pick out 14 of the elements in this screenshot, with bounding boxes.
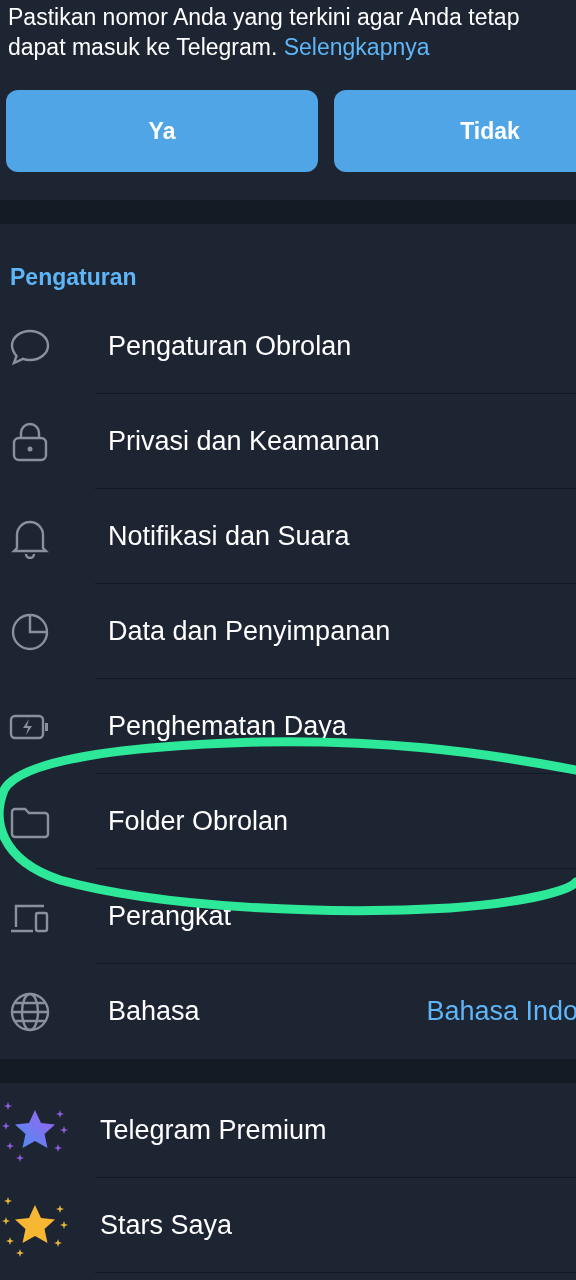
setting-label[interactable]: Telegram Premium [100,1115,576,1146]
setting-label[interactable]: Notifikasi dan Suara [108,521,576,552]
setting-label[interactable]: Perangkat [108,901,576,932]
setting-label[interactable]: Pengaturan Obrolan [108,331,576,362]
learn-more-link[interactable]: Selengkapnya [283,34,430,60]
setting-label[interactable]: Privasi dan Keamanan [108,426,576,457]
section-title: Pengaturan [9,263,138,292]
setting-label[interactable]: Bahasa [108,996,427,1027]
setting-value: Bahasa Indo [426,996,576,1027]
setting-label[interactable]: Penghematan Daya [108,711,576,742]
setting-label[interactable]: Folder Obrolan [108,806,576,837]
setting-label[interactable]: Stars Saya [100,1210,576,1241]
notice-text: Pastikan nomor Anda yang terkini agar Anda tetap dapat masuk ke Telegram. Selengkapnya [7,3,521,62]
setting-label[interactable]: Data dan Penyimpanan [108,616,576,647]
